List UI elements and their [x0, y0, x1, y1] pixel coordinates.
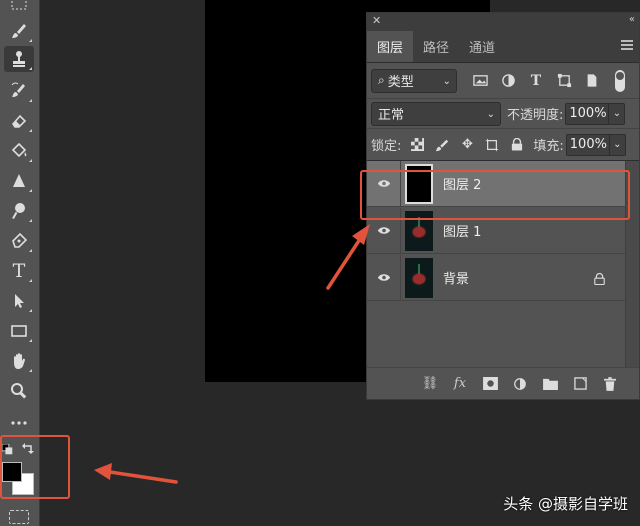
opacity-label: 不透明度: [507, 108, 564, 123]
clone-stamp-tool[interactable] [4, 46, 34, 72]
opacity-field[interactable]: 100% [565, 102, 610, 125]
foreground-color-swatch[interactable] [2, 462, 22, 482]
hand-tool[interactable] [4, 348, 34, 374]
rectangle-tool[interactable] [4, 318, 34, 344]
sharpen-tool-icon [13, 174, 25, 187]
more-tools-icon [11, 421, 27, 425]
marquee-tool[interactable] [4, 0, 34, 16]
new-group-icon[interactable] [541, 375, 559, 393]
fill-field[interactable]: 100% [565, 133, 610, 156]
history-brush-tool[interactable] [4, 78, 34, 104]
lock-row: 锁定: ✥ 填充: 100% ⌄ [367, 129, 639, 161]
layer-row-background[interactable]: 背景 [367, 255, 625, 301]
history-brush-tool-icon [11, 82, 25, 97]
paint-bucket-tool-icon [11, 142, 27, 158]
shape-filter-icon[interactable] [555, 72, 573, 90]
adjustment-filter-icon[interactable] [499, 72, 517, 90]
fill-label: 填充: [533, 139, 564, 154]
lock-image-pixels-icon[interactable] [434, 137, 450, 153]
opacity-dropdown-icon[interactable]: ⌄ [609, 102, 626, 125]
lock-label: 锁定: [371, 139, 402, 154]
layer-thumbnail [405, 257, 433, 298]
paint-bucket-tool[interactable] [4, 138, 34, 164]
type-tool[interactable]: T [4, 258, 34, 284]
sharpen-tool[interactable] [4, 168, 34, 194]
layer-name[interactable]: 图层 1 [443, 221, 481, 240]
eraser-tool[interactable] [4, 108, 34, 134]
eraser-tool-icon [11, 114, 27, 128]
rectangle-tool-icon [11, 325, 27, 337]
lock-artboard-icon[interactable] [484, 137, 500, 153]
brush-tool-icon [12, 24, 26, 38]
panel-menu-icon[interactable] [621, 40, 633, 50]
search-icon: ⌕ [378, 73, 385, 87]
zoom-tool[interactable] [4, 378, 34, 404]
filter-type-select[interactable]: ⌕ 类型 ⌄ [371, 68, 457, 93]
lock-icon [594, 270, 605, 289]
collapse-icon[interactable]: « [629, 14, 635, 25]
blend-mode-value: 正常 [378, 108, 405, 123]
panel-tabs: 图层 路径 通道 [367, 31, 639, 63]
path-selection-tool-icon [15, 294, 24, 308]
brush-tool[interactable] [4, 18, 34, 44]
dodge-tool-icon [12, 203, 25, 219]
blend-row: 正常 ⌄ 不透明度: 100% ⌄ [367, 99, 639, 129]
clone-stamp-tool-icon [13, 51, 25, 67]
panel-footer: ⛓ fx [367, 367, 639, 399]
type-tool-icon: T [12, 260, 26, 282]
dodge-tool[interactable] [4, 198, 34, 224]
lock-position-icon[interactable]: ✥ [459, 137, 475, 153]
watermark: 头条 @摄影自学班 [503, 495, 628, 513]
link-layers-icon[interactable]: ⛓ [421, 375, 439, 393]
close-icon[interactable]: ✕ [372, 14, 381, 27]
trash-icon[interactable] [601, 375, 619, 393]
pen-tool[interactable] [4, 228, 34, 254]
tab-channels[interactable]: 通道 [459, 31, 505, 62]
marquee-tool-icon [11, 0, 27, 10]
chevron-down-icon: ⌄ [442, 75, 451, 87]
type-filter-icon[interactable]: T [527, 72, 545, 90]
zoom-tool-icon [11, 383, 27, 399]
adjustment-layer-icon[interactable] [511, 375, 529, 393]
blend-mode-select[interactable]: 正常 ⌄ [371, 101, 501, 126]
highlight-layer-2 [360, 170, 630, 220]
lock-all-icon[interactable] [509, 137, 525, 153]
filter-row: ⌕ 类型 ⌄ T [367, 63, 639, 99]
path-selection-tool[interactable] [4, 288, 34, 314]
pen-tool-icon [12, 232, 28, 248]
tab-layers[interactable]: 图层 [367, 31, 414, 62]
chevron-down-icon: ⌄ [486, 108, 495, 120]
layer-name[interactable]: 背景 [443, 268, 469, 287]
more-tools[interactable] [4, 410, 34, 436]
tab-paths[interactable]: 路径 [413, 31, 459, 62]
fill-dropdown-icon[interactable]: ⌄ [609, 133, 626, 156]
panel-title-bar: ✕ « [367, 13, 639, 31]
hand-tool-icon [14, 353, 25, 369]
smart-object-filter-icon[interactable] [583, 72, 601, 90]
lock-transparent-pixels-icon[interactable] [409, 137, 425, 153]
visibility-eye-icon[interactable] [367, 255, 401, 300]
pixel-filter-icon[interactable] [471, 72, 489, 90]
new-layer-icon[interactable] [571, 375, 589, 393]
filter-toggle[interactable] [615, 69, 625, 92]
add-mask-icon[interactable] [481, 375, 499, 393]
quick-mask-button[interactable] [9, 510, 29, 524]
filter-type-label: 类型 [387, 75, 414, 90]
fx-icon[interactable]: fx [451, 375, 469, 393]
